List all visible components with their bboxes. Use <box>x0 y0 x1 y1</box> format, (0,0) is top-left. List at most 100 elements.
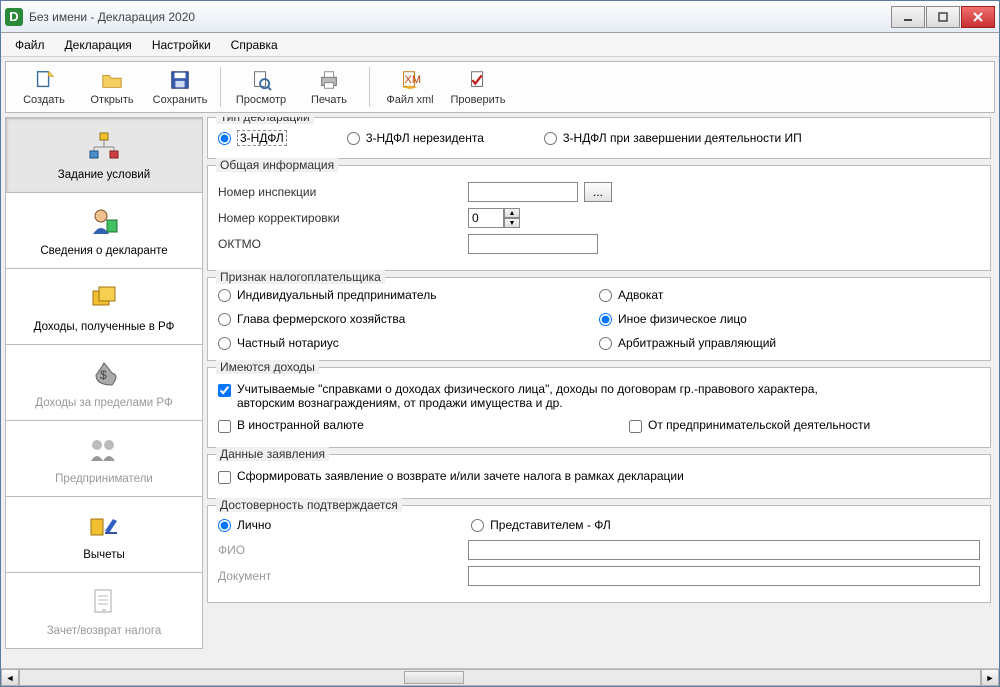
spin-down[interactable]: ▼ <box>504 218 520 228</box>
radio-3ndfl[interactable]: 3-НДФЛ <box>218 130 287 146</box>
radio-arbitr-label: Арбитражный управляющий <box>618 336 776 350</box>
radio-personally[interactable]: Лично <box>218 518 271 532</box>
radio-personally-input[interactable] <box>218 519 231 532</box>
radio-notary[interactable]: Частный нотариус <box>218 336 599 350</box>
chk-business-label: От предпринимательской деятельности <box>648 418 870 432</box>
deductions-icon <box>86 509 122 543</box>
close-button[interactable] <box>961 6 995 28</box>
preview-button[interactable]: Просмотр <box>227 64 295 110</box>
save-button[interactable]: Сохранить <box>146 64 214 110</box>
group-application: Данные заявления Сформировать заявление … <box>207 454 991 499</box>
printer-icon <box>317 68 341 92</box>
chk-form-app-input[interactable] <box>218 471 231 484</box>
radio-farmer-input[interactable] <box>218 313 231 326</box>
horizontal-scrollbar[interactable]: ◄ ► <box>1 668 999 686</box>
radio-notary-input[interactable] <box>218 337 231 350</box>
radio-advokat-input[interactable] <box>599 289 612 302</box>
radio-advokat[interactable]: Адвокат <box>599 288 980 302</box>
nav-income-abroad-label: Доходы за пределами РФ <box>35 397 172 409</box>
group-taxpayer: Признак налогоплательщика Индивидуальный… <box>207 277 991 361</box>
radio-representative-input[interactable] <box>471 519 484 532</box>
has-income-legend: Имеются доходы <box>216 360 319 374</box>
document-icon <box>86 585 122 619</box>
radio-other-person-label: Иное физическое лицо <box>618 312 747 326</box>
inspection-input[interactable] <box>468 182 578 202</box>
money-bag-icon: $ <box>86 357 122 391</box>
chk-business[interactable]: От предпринимательской деятельности <box>629 418 980 433</box>
check-button[interactable]: Проверить <box>444 64 512 110</box>
scroll-track[interactable] <box>19 669 981 686</box>
save-label: Сохранить <box>153 94 208 106</box>
authenticity-legend: Достоверность подтверждается <box>216 498 402 512</box>
svg-text:$: $ <box>100 368 107 382</box>
svg-text:XML: XML <box>405 74 422 86</box>
menu-file[interactable]: Файл <box>7 35 53 55</box>
radio-representative-label: Представителем - ФЛ <box>490 518 611 532</box>
scroll-right-button[interactable]: ► <box>981 669 999 686</box>
radio-3ndfl-nonres-input[interactable] <box>347 132 360 145</box>
nav-deductions[interactable]: Вычеты <box>5 497 203 573</box>
chk-business-input[interactable] <box>629 420 642 433</box>
conditions-icon <box>86 129 122 163</box>
radio-ip-input[interactable] <box>218 289 231 302</box>
spin-up[interactable]: ▲ <box>504 208 520 218</box>
radio-advokat-label: Адвокат <box>618 288 663 302</box>
xml-button[interactable]: XML Файл xml <box>376 64 444 110</box>
scroll-left-button[interactable]: ◄ <box>1 669 19 686</box>
nav-income-abroad[interactable]: $ Доходы за пределами РФ <box>5 345 203 421</box>
radio-3ndfl-ip[interactable]: 3-НДФЛ при завершении деятельности ИП <box>544 130 802 146</box>
radio-3ndfl-nonres[interactable]: 3-НДФЛ нерезидента <box>347 130 484 146</box>
menu-settings[interactable]: Настройки <box>144 35 219 55</box>
nav-entrepreneurs-label: Предприниматели <box>55 473 153 485</box>
radio-farmer[interactable]: Глава фермерского хозяйства <box>218 312 599 326</box>
nav-income-rf[interactable]: Доходы, полученные в РФ <box>5 269 203 345</box>
chk-currency-label: В иностранной валюте <box>237 418 364 432</box>
radio-other-person-input[interactable] <box>599 313 612 326</box>
minimize-button[interactable] <box>891 6 925 28</box>
group-decl-type: Тип декларации 3-НДФЛ 3-НДФЛ нерезидента… <box>207 117 991 159</box>
application-legend: Данные заявления <box>216 447 329 461</box>
taxpayer-legend: Признак налогоплательщика <box>216 270 385 284</box>
new-button[interactable]: Создать <box>10 64 78 110</box>
chk-form-app[interactable]: Сформировать заявление о возврате и/или … <box>218 469 980 484</box>
correction-label: Номер корректировки <box>218 211 428 225</box>
scroll-thumb[interactable] <box>404 671 464 684</box>
radio-3ndfl-ip-label: 3-НДФЛ при завершении деятельности ИП <box>563 131 802 145</box>
doc-input <box>468 566 980 586</box>
nav-declarant[interactable]: Сведения о декларанте <box>5 193 203 269</box>
inspection-browse-button[interactable]: ... <box>584 182 612 202</box>
radio-ip-label: Индивидуальный предприниматель <box>237 288 436 302</box>
chk-currency[interactable]: В иностранной валюте <box>218 418 569 433</box>
radio-3ndfl-ip-input[interactable] <box>544 132 557 145</box>
chk-currency-input[interactable] <box>218 420 231 433</box>
chk-spravki[interactable]: Учитываемые "справками о доходах физичес… <box>218 382 980 410</box>
title-bar: D Без имени - Декларация 2020 <box>1 1 999 33</box>
radio-3ndfl-nonres-label: 3-НДФЛ нерезидента <box>366 131 484 145</box>
open-button[interactable]: Открыть <box>78 64 146 110</box>
radio-other-person[interactable]: Иное физическое лицо <box>599 312 980 326</box>
nav-entrepreneurs[interactable]: Предприниматели <box>5 421 203 497</box>
fio-label: ФИО <box>218 543 428 557</box>
correction-spinner[interactable]: 0 ▲▼ <box>468 208 520 228</box>
correction-value[interactable]: 0 <box>468 208 504 228</box>
menu-declaration[interactable]: Декларация <box>57 35 140 55</box>
new-label: Создать <box>23 94 65 106</box>
radio-representative[interactable]: Представителем - ФЛ <box>471 518 611 532</box>
toolbar: Создать Открыть Сохранить Просмотр Печат… <box>5 61 995 113</box>
radio-ip[interactable]: Индивидуальный предприниматель <box>218 288 599 302</box>
maximize-button[interactable] <box>926 6 960 28</box>
radio-arbitr-input[interactable] <box>599 337 612 350</box>
nav-refund[interactable]: Зачет/возврат налога <box>5 573 203 649</box>
group-authenticity: Достоверность подтверждается Лично Предс… <box>207 505 991 603</box>
general-legend: Общая информация <box>216 158 338 172</box>
radio-arbitr[interactable]: Арбитражный управляющий <box>599 336 980 350</box>
nav-declarant-label: Сведения о декларанте <box>40 245 167 257</box>
nav-conditions[interactable]: Задание условий <box>5 117 203 193</box>
print-button[interactable]: Печать <box>295 64 363 110</box>
open-label: Открыть <box>90 94 133 106</box>
chk-spravki-input[interactable] <box>218 384 231 397</box>
radio-3ndfl-input[interactable] <box>218 132 231 145</box>
window-title: Без имени - Декларация 2020 <box>29 10 891 24</box>
oktmo-input[interactable] <box>468 234 598 254</box>
menu-help[interactable]: Справка <box>223 35 286 55</box>
